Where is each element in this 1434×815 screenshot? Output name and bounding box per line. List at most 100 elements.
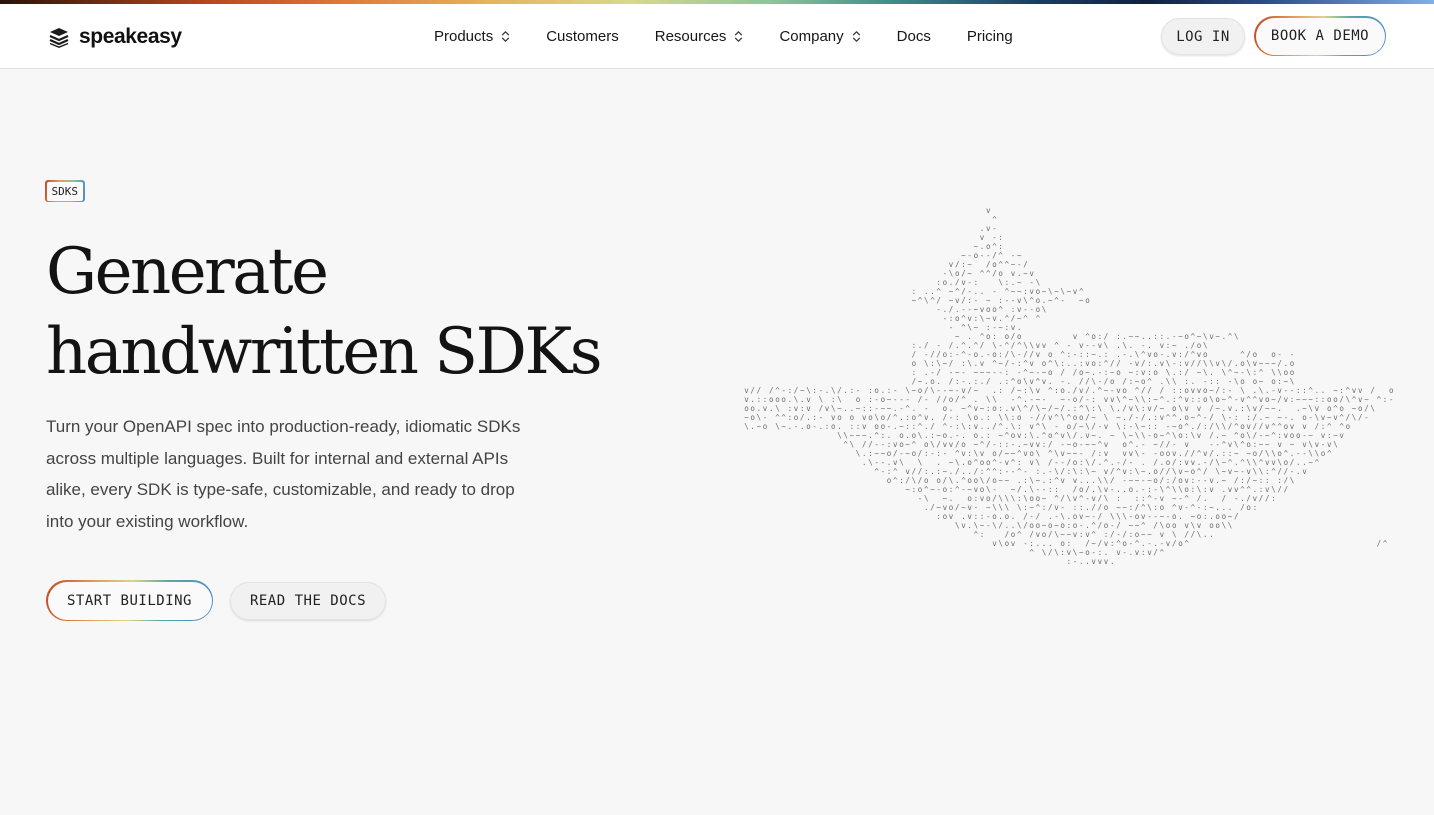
ascii-glyph: ~	[974, 242, 979, 251]
ascii-glyph: :	[936, 449, 941, 458]
ascii-glyph: v	[1011, 539, 1016, 548]
brand-logo[interactable]: speakeasy	[48, 23, 182, 51]
ascii-glyph: o	[998, 269, 1003, 278]
ascii-glyph: ~	[1067, 440, 1072, 449]
ascii-glyph: ^	[1315, 458, 1320, 467]
ascii-glyph: /	[912, 377, 917, 386]
ascii-glyph: :	[1116, 332, 1121, 341]
ascii-glyph: :	[1079, 458, 1084, 467]
book-demo-button[interactable]: BOOK A DEMO	[1254, 16, 1386, 56]
ascii-glyph: .	[1203, 530, 1208, 539]
ascii-glyph: \	[1265, 449, 1270, 458]
ascii-glyph: o	[986, 242, 991, 251]
ascii-glyph: o	[1011, 431, 1016, 440]
ascii-glyph: \	[1005, 503, 1010, 512]
ascii-glyph: v	[1302, 467, 1307, 476]
ascii-glyph: ^	[843, 440, 848, 449]
ascii-glyph: /	[1197, 422, 1202, 431]
ascii-glyph: o	[912, 431, 917, 440]
ascii-glyph: -	[955, 431, 960, 440]
ascii-glyph: \	[1122, 512, 1127, 521]
ascii-glyph: ^	[1277, 422, 1282, 431]
nav-item-customers[interactable]: Customers	[546, 28, 619, 45]
nav-item-resources[interactable]: Resources	[655, 28, 744, 45]
ascii-glyph: v	[1042, 377, 1047, 386]
ascii-glyph: /	[1253, 431, 1258, 440]
ascii-glyph: \	[1104, 494, 1109, 503]
ascii-glyph: \	[1060, 287, 1065, 296]
ascii-glyph: ~	[1265, 359, 1270, 368]
ascii-glyph: ~	[943, 494, 948, 503]
ascii-glyph: o	[992, 449, 997, 458]
ascii-glyph: ^	[1166, 431, 1171, 440]
ascii-glyph: \	[1054, 467, 1059, 476]
ascii-glyph: :	[1098, 359, 1103, 368]
ascii-glyph: .	[936, 458, 941, 467]
ascii-glyph: -	[1153, 449, 1158, 458]
ascii-glyph: :	[912, 287, 917, 296]
ascii-glyph: \	[949, 269, 954, 278]
ascii-glyph: ~	[998, 431, 1003, 440]
ascii-glyph: v	[1172, 350, 1177, 359]
ascii-glyph: \	[1036, 404, 1041, 413]
ascii-glyph: -	[1060, 503, 1065, 512]
ascii-glyph: o	[1129, 485, 1134, 494]
ascii-glyph: v	[1160, 341, 1165, 350]
ascii-glyph: -	[1389, 395, 1394, 404]
ascii-glyph: v	[1147, 350, 1152, 359]
ascii-glyph: o	[1005, 332, 1010, 341]
ascii-glyph: .	[1048, 377, 1053, 386]
section-tag: SDKS	[45, 180, 85, 202]
ascii-glyph: v	[1321, 431, 1326, 440]
ascii-glyph: .	[1203, 494, 1208, 503]
ascii-glyph: v	[986, 224, 991, 233]
ascii-glyph: .	[1215, 431, 1220, 440]
ascii-glyph: v	[1104, 467, 1109, 476]
ascii-glyph: ~	[1308, 395, 1313, 404]
ascii-glyph: ^	[1017, 341, 1022, 350]
start-building-button[interactable]: START BUILDING	[46, 580, 213, 621]
ascii-glyph: :	[1079, 350, 1084, 359]
ascii-glyph: \	[1166, 359, 1171, 368]
ascii-glyph: /	[949, 359, 954, 368]
nav-item-pricing[interactable]: Pricing	[967, 28, 1013, 45]
ascii-glyph: /	[1209, 422, 1214, 431]
ascii-glyph: :	[974, 512, 979, 521]
ascii-glyph: \	[1085, 422, 1090, 431]
ascii-glyph: .	[1197, 458, 1202, 467]
ascii-glyph: ~	[1129, 368, 1134, 377]
ascii-glyph: :	[1215, 377, 1220, 386]
ascii-glyph: /	[1234, 512, 1239, 521]
ascii-glyph: ~	[1308, 458, 1313, 467]
ascii-glyph: :	[998, 440, 1003, 449]
ascii-glyph: v	[1036, 350, 1041, 359]
ascii-glyph: \	[1023, 296, 1028, 305]
ascii-glyph: /	[868, 440, 873, 449]
ascii-glyph: -	[1116, 530, 1121, 539]
ascii-glyph: .	[757, 404, 762, 413]
ascii-glyph: v	[1352, 386, 1357, 395]
ascii-glyph: -	[1017, 260, 1022, 269]
nav-item-products[interactable]: Products	[434, 28, 510, 45]
ascii-glyph: -	[1160, 350, 1165, 359]
ascii-glyph: o	[1048, 350, 1053, 359]
ascii-glyph: ~	[1091, 431, 1096, 440]
ascii-glyph: ^	[1240, 440, 1245, 449]
read-docs-button[interactable]: READ THE DOCS	[230, 582, 386, 620]
ascii-glyph: .	[924, 422, 929, 431]
ascii-glyph: \	[1023, 341, 1028, 350]
ascii-glyph: ~	[1271, 395, 1276, 404]
brand-name: speakeasy	[79, 25, 182, 48]
ascii-glyph: o	[1153, 476, 1158, 485]
ascii-glyph: ^	[998, 260, 1003, 269]
ascii-glyph: v	[1073, 494, 1078, 503]
ascii-glyph: v	[1060, 476, 1065, 485]
nav-item-company[interactable]: Company	[779, 28, 860, 45]
ascii-glyph: ~	[1265, 404, 1270, 413]
login-button[interactable]: LOG IN	[1161, 18, 1245, 55]
ascii-glyph: \	[1098, 485, 1103, 494]
ascii-glyph: o	[1073, 413, 1078, 422]
ascii-glyph: ~	[1352, 404, 1357, 413]
ascii-glyph: .	[1153, 359, 1158, 368]
nav-item-docs[interactable]: Docs	[897, 28, 931, 45]
